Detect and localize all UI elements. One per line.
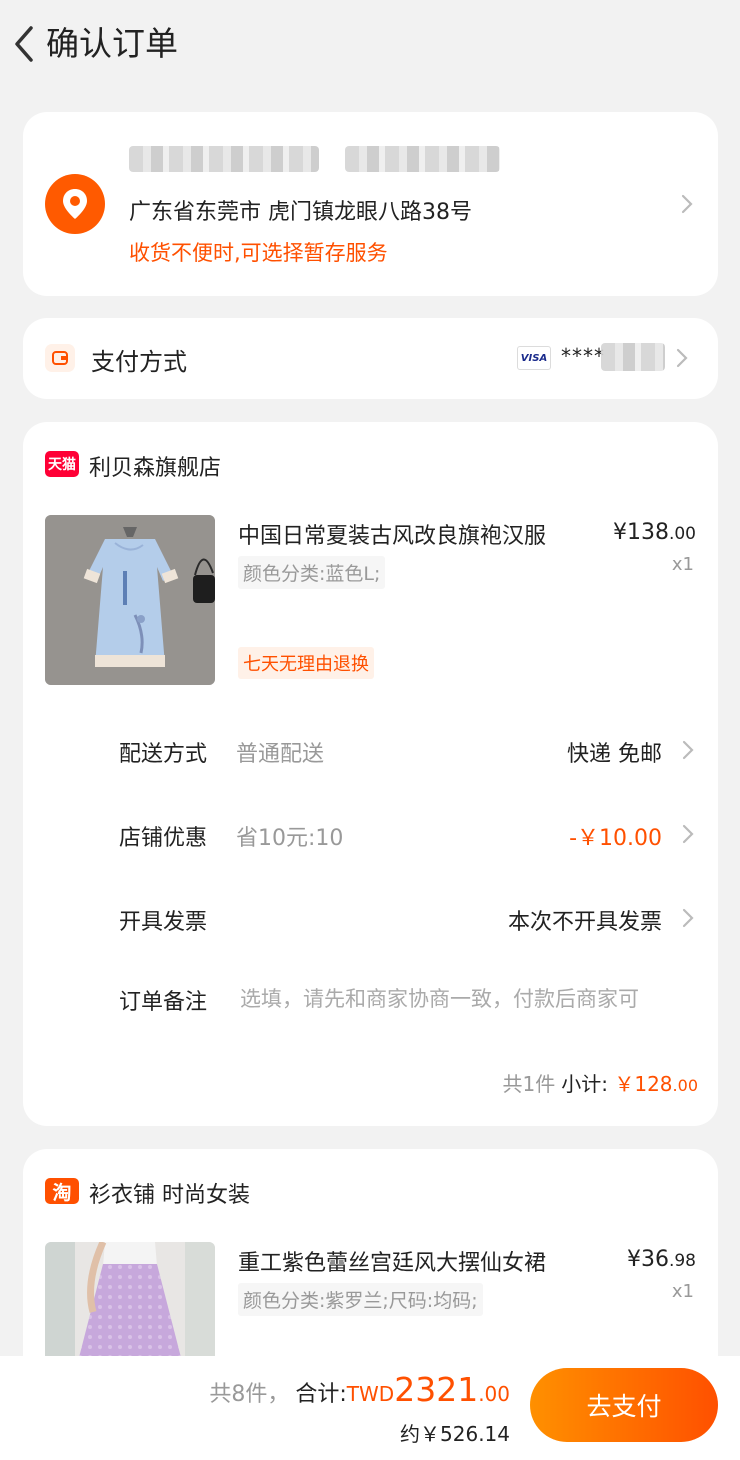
product-attributes: 颜色分类:紫罗兰;尺码:均码; xyxy=(238,1283,483,1316)
return-policy-tag: 七天无理由退换 xyxy=(238,647,374,679)
product-price: ¥36.98 xyxy=(627,1247,696,1272)
chevron-left-icon xyxy=(15,26,33,62)
subtotal-main: ￥128 xyxy=(614,1072,673,1096)
shop-order-card: 天猫 利贝森旗舰店 中国日常夏装古风改良旗袍汉服 颜色分类:蓝色L; ¥138.… xyxy=(23,422,718,1126)
checkout-bar: 共8件， 合计:TWD2321.00 约￥526.14 去支付 xyxy=(0,1356,740,1460)
shop-discount-label: 店铺优惠 xyxy=(119,826,208,851)
address-storage-note[interactable]: 收货不便时,可选择暂存服务 xyxy=(129,237,388,267)
shop-name[interactable]: 利贝森旗舰店 xyxy=(89,450,221,482)
subtotal-cents: .00 xyxy=(672,1076,698,1095)
recipient-name-redacted xyxy=(129,146,319,172)
total-amount-main: 2321 xyxy=(394,1370,479,1409)
order-remark-label: 订单备注 xyxy=(119,990,208,1015)
taobao-badge-icon: 淘 xyxy=(45,1178,79,1204)
back-button[interactable] xyxy=(6,22,42,66)
price-main: ¥36 xyxy=(626,1247,669,1272)
payment-method-label: 支付方式 xyxy=(91,348,187,376)
recipient-phone-redacted xyxy=(345,146,500,172)
product-price: ¥138.00 xyxy=(613,520,696,545)
shop-discount-value[interactable]: -￥10.00 xyxy=(569,820,662,852)
shop-discount-desc: 省10元:10 xyxy=(236,826,344,851)
card-number: **** xyxy=(561,344,605,368)
approx-cny-total: 约￥526.14 xyxy=(400,1422,510,1446)
card-number-redacted xyxy=(601,343,665,371)
invoice-label: 开具发票 xyxy=(119,910,208,935)
invoice-value[interactable]: 本次不开具发票 xyxy=(508,904,662,936)
header-bar: 确认订单 xyxy=(0,0,740,92)
address-card[interactable]: 广东省东莞市 虎门镇龙眼八路38号 收货不便时,可选择暂存服务 xyxy=(23,112,718,296)
product-title[interactable]: 重工紫色蕾丝宫廷风大摆仙女裙 xyxy=(238,1245,546,1277)
delivery-desc: 普通配送 xyxy=(236,742,325,767)
price-cents: .00 xyxy=(668,524,696,544)
total-amount-cents: .00 xyxy=(478,1382,510,1406)
chevron-right-icon xyxy=(680,738,696,762)
wallet-icon xyxy=(45,344,75,372)
item-count: 共1件 xyxy=(502,1072,556,1096)
delivery-value[interactable]: 快递 免邮 xyxy=(567,736,662,768)
address-line: 广东省东莞市 虎门镇龙眼八路38号 xyxy=(129,200,472,225)
chevron-right-icon xyxy=(680,906,696,930)
product-attributes: 颜色分类:蓝色L; xyxy=(238,556,386,589)
product-image[interactable] xyxy=(45,515,215,685)
pay-button[interactable]: 去支付 xyxy=(530,1368,718,1442)
chevron-right-icon xyxy=(680,822,696,846)
subtotal-label: 小计: xyxy=(561,1072,608,1096)
payment-method-card[interactable]: 支付方式 VISA **** xyxy=(23,318,718,399)
total-item-count: 共8件， xyxy=(209,1382,290,1407)
location-pin-icon xyxy=(45,174,105,234)
shop-subtotal: 共1件 小计: ￥128.00 xyxy=(503,1068,698,1097)
order-total: 共8件， 合计:TWD2321.00 xyxy=(209,1370,510,1409)
chevron-right-icon xyxy=(674,346,690,370)
order-remark-input[interactable] xyxy=(240,984,690,1014)
chevron-right-icon xyxy=(679,192,695,216)
shop-name[interactable]: 衫衣铺 时尚女装 xyxy=(89,1177,250,1209)
product-quantity: x1 xyxy=(671,1281,694,1302)
delivery-label: 配送方式 xyxy=(119,742,208,767)
total-label: 合计: xyxy=(295,1382,347,1407)
total-currency: TWD xyxy=(346,1382,395,1406)
page-title: 确认订单 xyxy=(46,24,178,63)
price-cents: .98 xyxy=(668,1251,696,1271)
product-quantity: x1 xyxy=(671,554,694,575)
visa-card-icon: VISA xyxy=(517,346,551,370)
tmall-badge-icon: 天猫 xyxy=(45,451,79,477)
subtotal-amount: ￥128.00 xyxy=(614,1072,698,1096)
product-title[interactable]: 中国日常夏装古风改良旗袍汉服 xyxy=(238,518,546,550)
price-main: ¥138 xyxy=(612,520,669,545)
